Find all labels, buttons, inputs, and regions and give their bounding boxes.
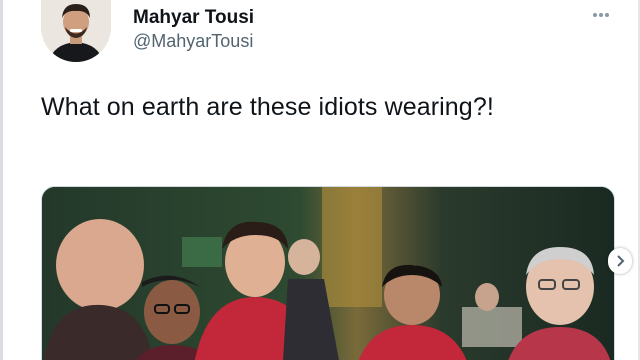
tweet-media-photo[interactable] <box>41 186 615 360</box>
author-display-name[interactable]: Mahyar Tousi <box>133 7 254 29</box>
event-photo <box>42 187 614 360</box>
window-edge-left <box>0 0 3 360</box>
more-horizontal-icon <box>593 13 609 17</box>
avatar[interactable] <box>41 0 111 62</box>
chevron-right-icon <box>617 255 625 267</box>
next-arrow-button[interactable] <box>608 248 632 274</box>
tweet-text: What on earth are these idiots wearing?! <box>41 93 494 121</box>
author-handle[interactable]: @MahyarTousi <box>133 31 253 52</box>
more-options-button[interactable] <box>586 6 616 24</box>
profile-photo-icon <box>41 0 111 62</box>
